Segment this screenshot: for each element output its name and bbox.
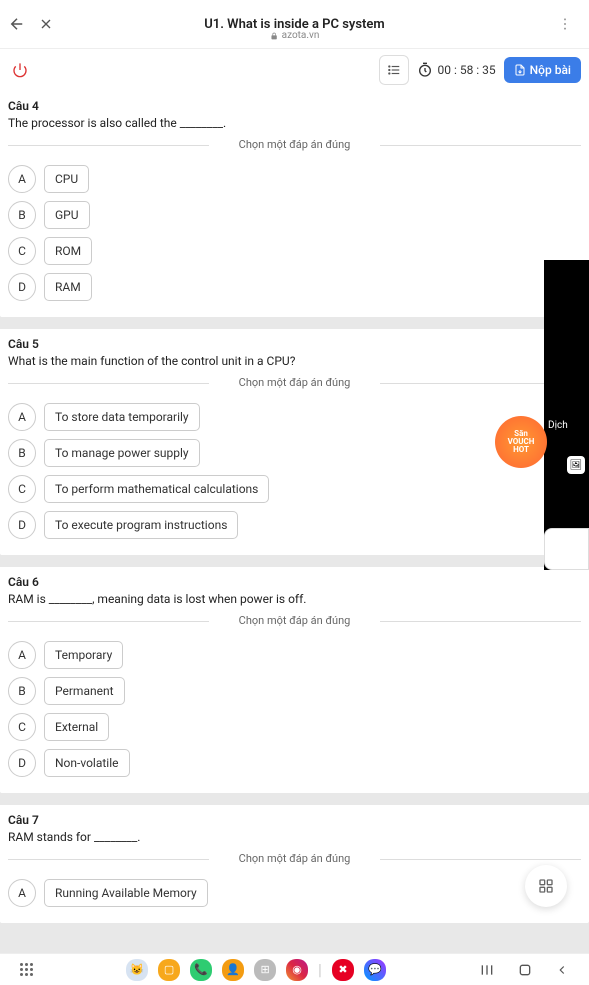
picture-icon[interactable]: 🖼 (567, 456, 585, 474)
timer-value: 00 : 58 : 35 (437, 63, 495, 77)
question-label: Câu 4 (8, 99, 581, 113)
option-row[interactable]: D RAM (8, 273, 581, 301)
option-text[interactable]: CPU (44, 165, 89, 193)
browser-header: U1. What is inside a PC system azota.vn (0, 0, 589, 48)
question-text: RAM is ________, meaning data is lost wh… (8, 592, 581, 606)
question-instruction: Chọn một đáp án đúng (8, 852, 581, 865)
question-instruction: Chọn một đáp án đúng (8, 138, 581, 151)
back-nav-icon[interactable] (555, 963, 569, 977)
system-taskbar: 😺 ▢ 📞 👤 ⊞ ◉ | ✖ 💬 (0, 953, 589, 985)
dock-app-messenger[interactable]: 💬 (364, 959, 386, 981)
timer: 00 : 58 : 35 (417, 62, 495, 78)
question-instruction: Chọn một đáp án đúng (8, 614, 581, 627)
dock-app-2[interactable]: ▢ (158, 959, 180, 981)
option-letter[interactable]: A (8, 403, 36, 431)
option-text[interactable]: Permanent (44, 677, 125, 705)
question-card: Câu 7 RAM stands for ________. Chọn một đá… (0, 805, 589, 923)
option-row[interactable]: B GPU (8, 201, 581, 229)
option-text[interactable]: Running Available Memory (44, 879, 208, 907)
option-letter[interactable]: C (8, 713, 36, 741)
option-letter[interactable]: B (8, 201, 36, 229)
quiz-toolbar: 00 : 58 : 35 Nộp bài (0, 48, 589, 91)
option-row[interactable]: A CPU (8, 165, 581, 193)
close-icon[interactable] (38, 16, 54, 32)
option-row[interactable]: D Non-volatile (8, 749, 581, 777)
page-url: azota.vn (270, 30, 320, 41)
option-text[interactable]: GPU (44, 201, 90, 229)
option-text[interactable]: To manage power supply (44, 439, 200, 467)
option-text[interactable]: To execute program instructions (44, 511, 238, 539)
dock-app-6[interactable]: ✖ (332, 959, 354, 981)
overlay-white-box (544, 528, 589, 570)
submit-icon (514, 64, 526, 76)
question-card: Câu 4 The processor is also called the __… (0, 91, 589, 317)
option-row[interactable]: C External (8, 713, 581, 741)
option-letter[interactable]: D (8, 749, 36, 777)
list-button[interactable] (379, 55, 409, 85)
more-vert-icon[interactable] (557, 16, 573, 32)
dock-app-4[interactable]: 👤 (222, 959, 244, 981)
option-row[interactable]: A Running Available Memory (8, 879, 581, 907)
option-letter[interactable]: B (8, 439, 36, 467)
option-text[interactable]: To perform mathematical calculations (44, 475, 269, 503)
question-label: Câu 6 (8, 575, 581, 589)
question-text: The processor is also called the _______… (8, 116, 581, 130)
dock-app-1[interactable]: 😺 (126, 959, 148, 981)
option-text[interactable]: To store data temporarily (44, 403, 200, 431)
option-text[interactable]: Temporary (44, 641, 123, 669)
dock-app-5[interactable]: ⊞ (254, 959, 276, 981)
option-row[interactable]: A To store data temporarily (8, 403, 581, 431)
option-letter[interactable]: A (8, 879, 36, 907)
grid-fab[interactable] (525, 865, 567, 907)
option-text[interactable]: Non-volatile (44, 749, 130, 777)
question-label: Câu 7 (8, 813, 581, 827)
question-text: What is the main function of the control… (8, 354, 581, 368)
translate-label[interactable]: Dịch (548, 420, 568, 431)
option-letter[interactable]: B (8, 677, 36, 705)
option-text[interactable]: ROM (44, 237, 92, 265)
apps-icon[interactable] (20, 963, 33, 976)
option-row[interactable]: C ROM (8, 237, 581, 265)
option-letter[interactable]: A (8, 165, 36, 193)
dock-app-3[interactable]: 📞 (190, 959, 212, 981)
home-icon[interactable] (517, 962, 533, 978)
question-instruction: Chọn một đáp án đúng (8, 376, 581, 389)
option-row[interactable]: C To perform mathematical calculations (8, 475, 581, 503)
submit-button[interactable]: Nộp bài (504, 57, 581, 83)
voucher-badge[interactable]: Săn VOUCH HOT (495, 416, 547, 468)
question-label: Câu 5 (8, 337, 581, 351)
option-row[interactable]: B Permanent (8, 677, 581, 705)
question-text: RAM stands for ________. (8, 830, 581, 844)
side-overlay: Dịch (544, 260, 589, 570)
power-icon[interactable] (12, 62, 28, 78)
stopwatch-icon (417, 62, 433, 78)
back-icon[interactable] (8, 15, 26, 33)
option-letter[interactable]: C (8, 237, 36, 265)
option-letter[interactable]: A (8, 641, 36, 669)
dock-app-instagram[interactable]: ◉ (286, 959, 308, 981)
recent-apps-icon[interactable] (479, 962, 495, 978)
lock-icon (270, 32, 278, 40)
option-row[interactable]: D To execute program instructions (8, 511, 581, 539)
option-text[interactable]: External (44, 713, 109, 741)
option-letter[interactable]: D (8, 273, 36, 301)
question-card: Câu 6 RAM is ________, meaning data is lo… (0, 567, 589, 793)
option-row[interactable]: A Temporary (8, 641, 581, 669)
option-text[interactable]: RAM (44, 273, 92, 301)
questions-content: Câu 4 The processor is also called the __… (0, 91, 589, 954)
option-letter[interactable]: C (8, 475, 36, 503)
option-letter[interactable]: D (8, 511, 36, 539)
